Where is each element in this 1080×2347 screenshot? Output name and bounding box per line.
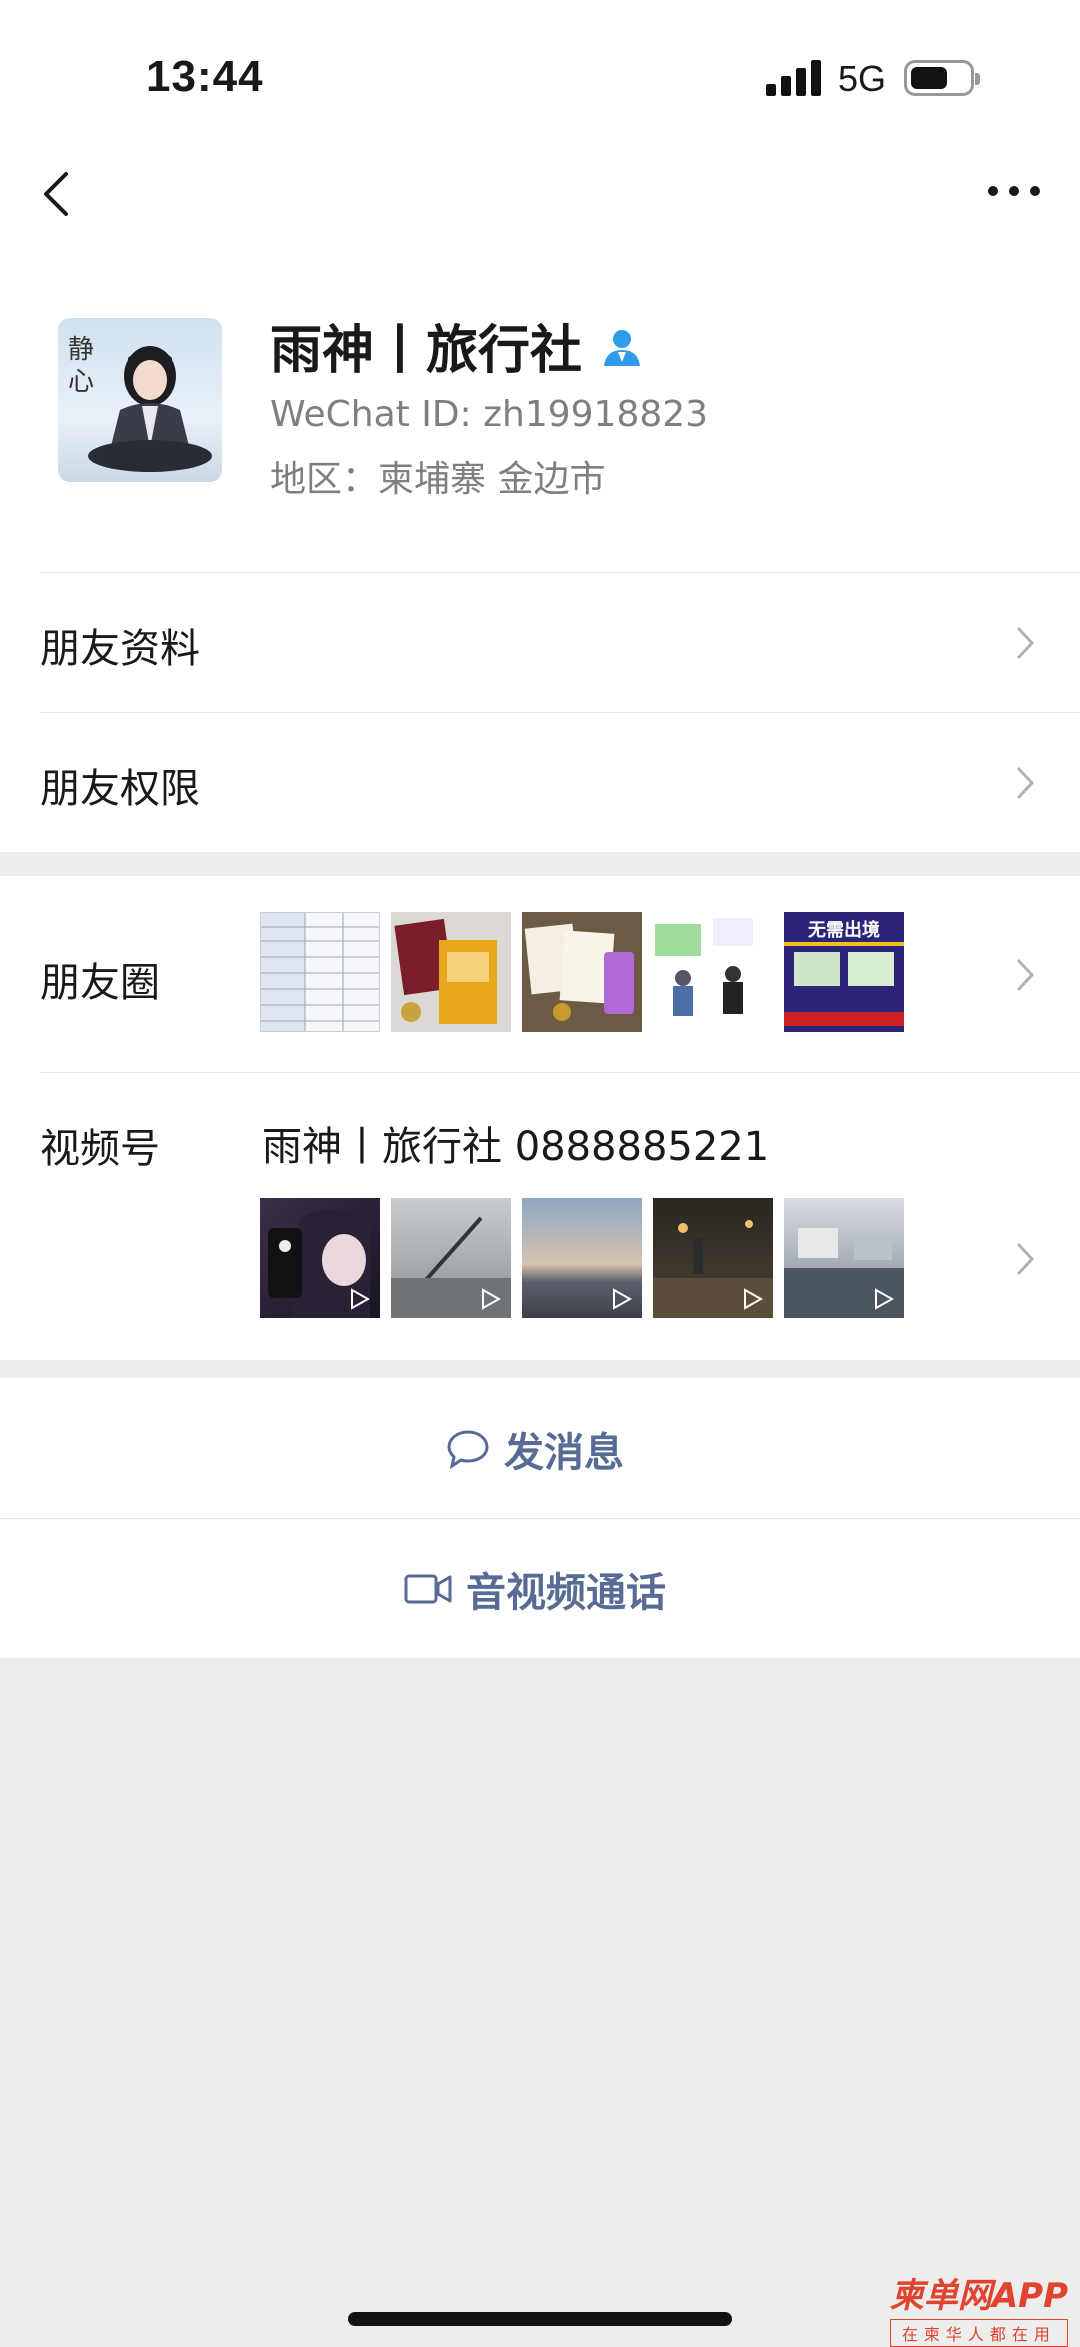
watermark: 柬单网APP 在柬华人都在用: [889, 2268, 1068, 2347]
channel-video-thumb[interactable]: [260, 1198, 380, 1318]
svg-text:静: 静: [68, 335, 94, 365]
avatar[interactable]: 静 心: [58, 318, 222, 482]
region-text: 地区：柬埔寨 金边市: [270, 459, 606, 500]
play-icon: [875, 1288, 894, 1310]
signal-icon: [766, 60, 822, 96]
channel-video-thumb[interactable]: [653, 1198, 773, 1318]
friend-info-row[interactable]: 朋友资料: [0, 572, 1080, 712]
friend-info-label: 朋友资料: [40, 626, 200, 672]
home-indicator[interactable]: [348, 2312, 732, 2326]
moments-thumb[interactable]: 无需出境: [784, 912, 904, 1032]
nav-bar: [0, 136, 1080, 246]
watermark-slogan: 在柬华人都在用: [889, 2319, 1068, 2347]
channels-label: 视频号: [40, 1126, 160, 1172]
watermark-brand: 柬单网APP: [889, 2276, 1068, 2316]
play-icon: [613, 1288, 632, 1310]
status-bar: 13:44 5G: [0, 0, 1080, 136]
moments-thumb[interactable]: [522, 912, 642, 1032]
moments-thumb[interactable]: [653, 912, 773, 1032]
play-icon: [351, 1288, 370, 1310]
moments-label: 朋友圈: [40, 960, 160, 1006]
channels-name: 雨神丨旅行社 0888885221: [262, 1124, 770, 1170]
more-dots-icon[interactable]: [988, 186, 1040, 198]
channel-video-thumb[interactable]: [391, 1198, 511, 1318]
network-label: 5G: [838, 58, 887, 99]
chevron-right-icon: [1016, 626, 1035, 660]
friend-permissions-label: 朋友权限: [40, 766, 200, 812]
wechat-id: WeChat ID: zh19918823: [270, 394, 709, 435]
moments-row[interactable]: 朋友圈 无需出境: [0, 876, 1080, 1072]
channels-row[interactable]: 视频号 雨神丨旅行社 0888885221: [0, 1072, 1080, 1360]
channel-thumbnails: [260, 1198, 904, 1318]
svg-text:无需出境: 无需出境: [808, 919, 880, 941]
chevron-right-icon: [1016, 1242, 1035, 1276]
battery-icon: [904, 60, 980, 96]
play-icon: [482, 1288, 501, 1310]
video-camera-icon: [404, 1574, 452, 1604]
channel-video-thumb[interactable]: [784, 1198, 904, 1318]
profile-name: 雨神丨旅行社: [270, 321, 583, 381]
send-message-label: 发消息: [504, 1430, 624, 1476]
person-verified-icon: [604, 330, 640, 366]
av-call-button[interactable]: 音视频通话: [0, 1518, 1080, 1658]
av-call-label: 音视频通话: [466, 1570, 666, 1616]
moments-thumbnails: 无需出境: [260, 912, 904, 1032]
friend-permissions-row[interactable]: 朋友权限: [0, 712, 1080, 852]
av-call-action: 音视频通话: [404, 1560, 666, 1618]
status-time: 13:44: [146, 52, 264, 101]
moments-thumb[interactable]: [391, 912, 511, 1032]
chevron-left-icon[interactable]: [38, 170, 78, 218]
chat-bubble-icon: [447, 1430, 489, 1469]
channel-video-thumb[interactable]: [522, 1198, 642, 1318]
chevron-right-icon: [1016, 958, 1035, 992]
moments-thumb[interactable]: [260, 912, 380, 1032]
chevron-right-icon: [1016, 766, 1035, 800]
profile-header: 静 心 雨神丨旅行社 WeChat ID: zh19918823 地区：柬埔寨 …: [0, 246, 1080, 572]
send-message-button[interactable]: 发消息: [0, 1378, 1080, 1518]
svg-text:心: 心: [68, 367, 94, 397]
play-icon: [744, 1288, 763, 1310]
send-message-action: 发消息: [446, 1420, 624, 1478]
